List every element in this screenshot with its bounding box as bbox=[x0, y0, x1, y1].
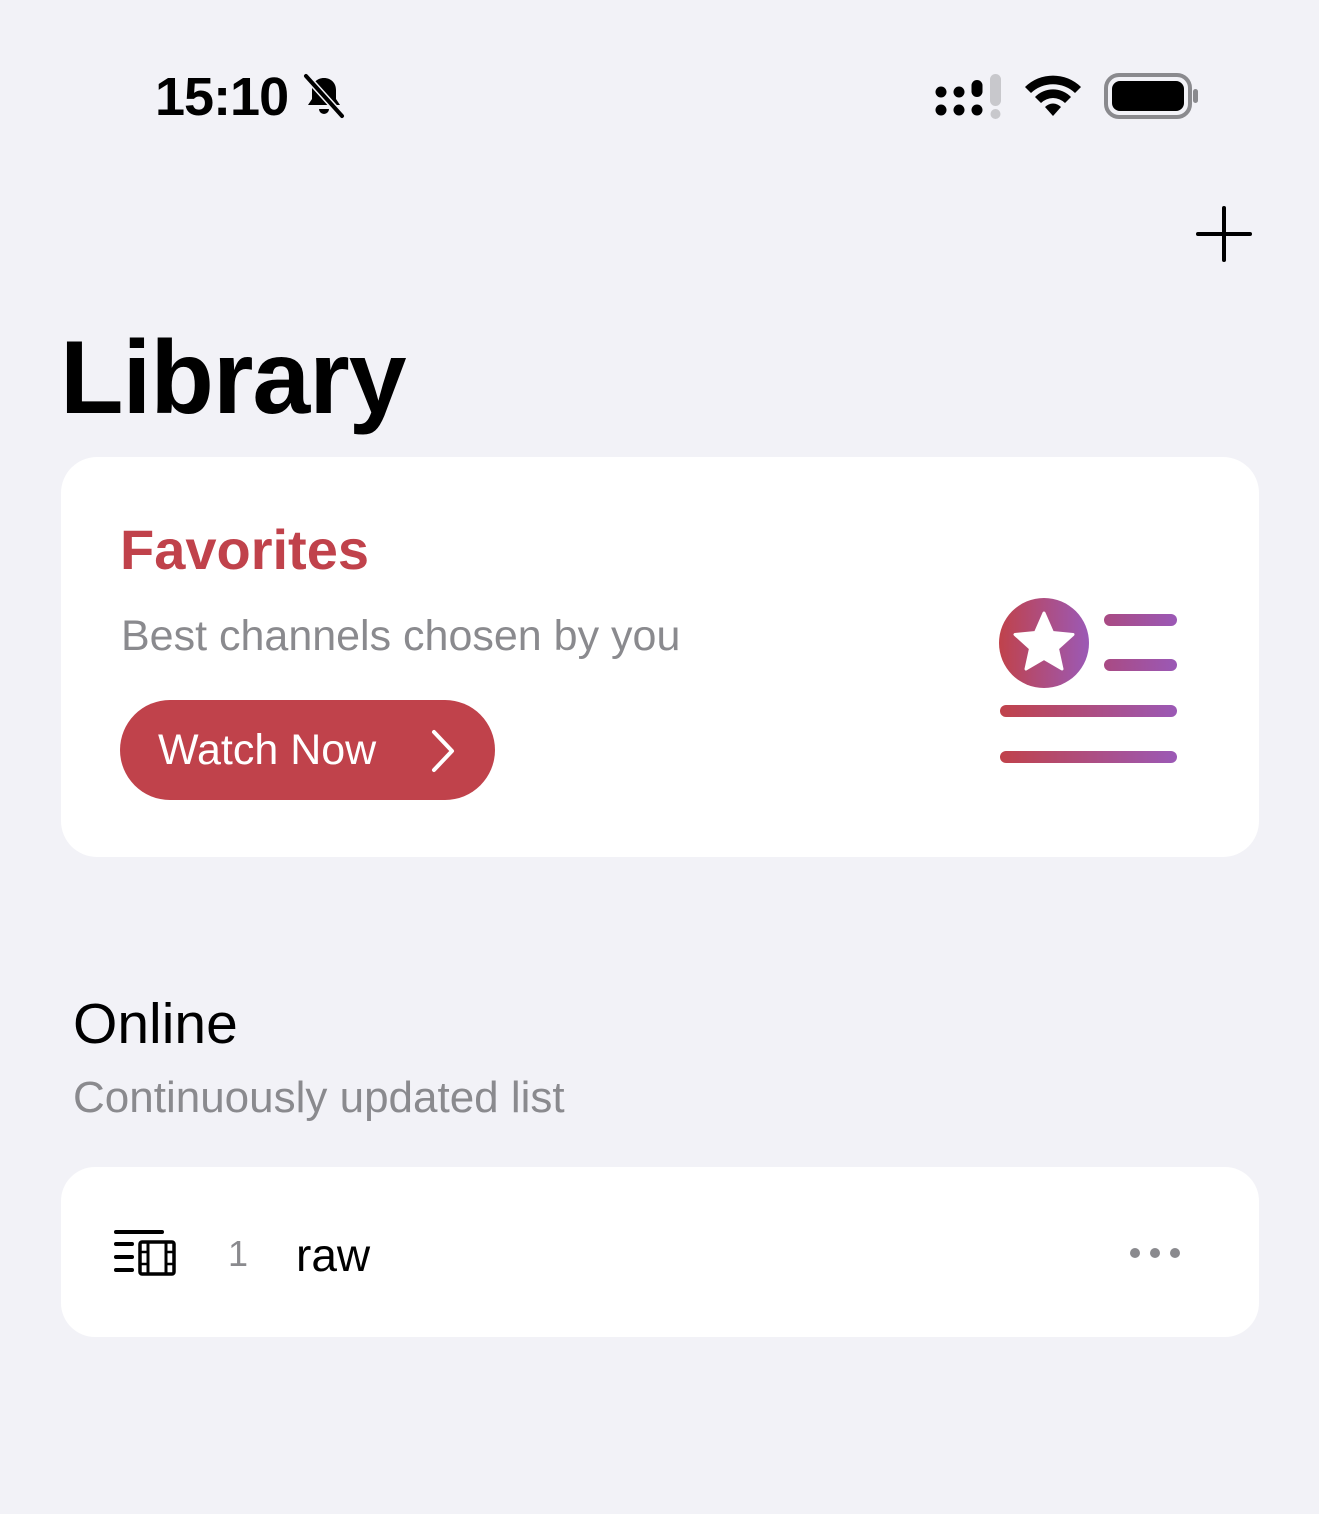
wifi-icon bbox=[1025, 75, 1081, 116]
plus-icon bbox=[1196, 206, 1252, 262]
online-section-title: Online bbox=[73, 992, 238, 1056]
status-time: 15:10 bbox=[155, 67, 289, 127]
chevron-right-icon bbox=[432, 730, 454, 772]
favorites-subtitle: Best channels chosen by you bbox=[121, 612, 681, 660]
star-list-icon bbox=[999, 598, 1177, 763]
cellular-signal-icon bbox=[935, 74, 1001, 119]
list-item-count: 1 bbox=[228, 1233, 249, 1274]
list-item-name: raw bbox=[296, 1229, 371, 1281]
battery-icon bbox=[1104, 73, 1198, 119]
more-button[interactable] bbox=[1124, 1236, 1186, 1270]
watch-now-button[interactable]: Watch Now bbox=[120, 700, 495, 800]
watch-now-label: Watch Now bbox=[158, 726, 377, 774]
favorites-title: Favorites bbox=[120, 518, 369, 581]
bell-slash-icon bbox=[303, 73, 345, 119]
ellipsis-icon bbox=[1130, 1248, 1180, 1258]
page-title: Library bbox=[60, 320, 407, 436]
playlist-video-icon bbox=[114, 1230, 176, 1276]
add-button[interactable] bbox=[1190, 200, 1258, 268]
online-section-subtitle: Continuously updated list bbox=[73, 1073, 565, 1122]
